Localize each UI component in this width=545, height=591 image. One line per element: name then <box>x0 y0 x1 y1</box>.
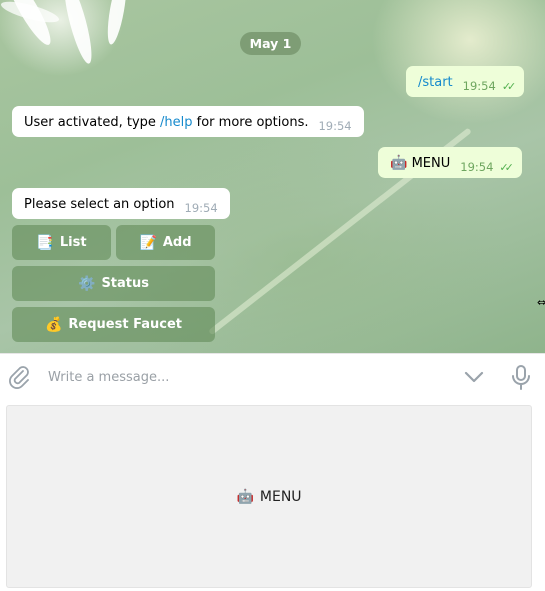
incoming-message[interactable]: Please select an option 19:54 <box>12 188 230 219</box>
message-time: 19:54 <box>318 119 352 133</box>
button-label: List <box>59 235 87 250</box>
message-input[interactable] <box>48 367 448 387</box>
inline-button-add[interactable]: 📝 Add <box>116 225 215 260</box>
double-check-icon: ✓✓ <box>501 80 517 93</box>
message-text: for more options. <box>192 115 309 130</box>
chat-area: May 1 /start 19:54 ✓✓ User activated, type… <box>0 0 545 353</box>
message-text[interactable]: /start <box>418 75 453 90</box>
background-decoration <box>59 0 97 66</box>
money-bag-icon: 💰 <box>44 316 63 333</box>
outgoing-message[interactable]: 🤖 MENU 19:54 ✓✓ <box>378 147 522 178</box>
microphone-icon[interactable] <box>509 364 533 390</box>
inline-button-status[interactable]: ⚙️ Status <box>12 266 215 301</box>
chevron-down-icon[interactable] <box>462 367 486 387</box>
button-label: MENU <box>259 488 302 505</box>
robot-icon: 🤖 <box>236 488 254 505</box>
message-time: 19:54 <box>184 201 218 215</box>
background-decoration <box>104 0 130 46</box>
inline-button-request-faucet[interactable]: 💰 Request Faucet <box>12 307 215 342</box>
message-text: MENU <box>411 156 451 171</box>
inline-button-list[interactable]: 📑 List <box>12 225 111 260</box>
message-composer <box>0 353 545 399</box>
gear-icon: ⚙️ <box>78 275 96 292</box>
button-label: Add <box>162 235 192 250</box>
reply-keyboard: 🤖 MENU <box>0 399 545 591</box>
memo-icon: 📝 <box>139 234 157 251</box>
message-text: User activated, type <box>24 115 161 130</box>
outgoing-message[interactable]: /start 19:54 ✓✓ <box>406 66 525 97</box>
document-icon: 📑 <box>36 234 54 251</box>
paperclip-icon[interactable] <box>6 364 32 390</box>
button-label: Status <box>101 276 149 291</box>
date-separator: May 1 <box>240 32 301 55</box>
message-text: Please select an option <box>24 197 175 212</box>
message-time: 19:54 <box>462 79 496 93</box>
button-label: Request Faucet <box>68 317 182 332</box>
help-command-link[interactable]: /help <box>160 115 192 130</box>
robot-icon: 🤖 <box>390 155 408 171</box>
message-time: 19:54 <box>460 160 494 174</box>
double-check-icon: ✓✓ <box>499 161 514 174</box>
reply-button-menu[interactable]: 🤖 MENU <box>6 405 532 588</box>
incoming-message[interactable]: User activated, type /help for more opti… <box>12 106 364 137</box>
resize-cursor-icon: ⇔ <box>537 296 545 309</box>
